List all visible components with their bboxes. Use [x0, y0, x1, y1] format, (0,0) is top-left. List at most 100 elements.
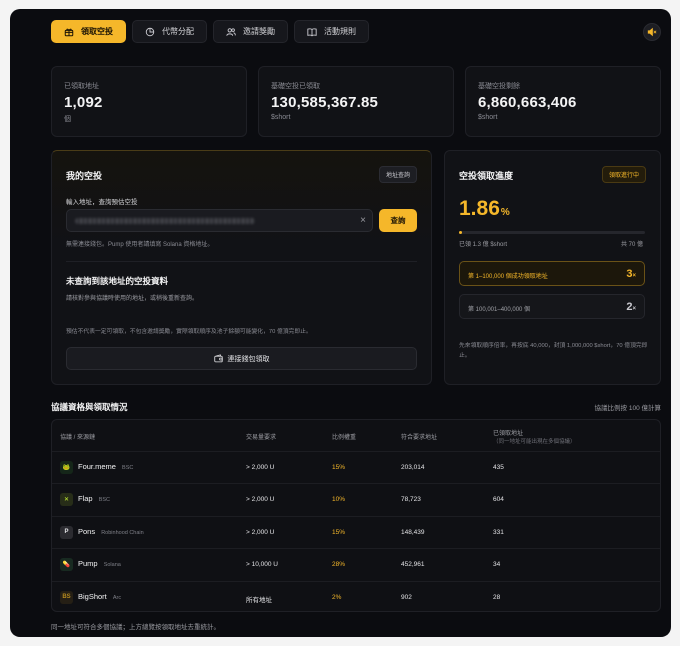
- tier-label: 第 100,001–400,000 個: [468, 307, 531, 313]
- protocol-name: Pons Robinhood Chain: [78, 527, 144, 536]
- footer-note: 同一地址可符合多個協議；上方總覽按領取地址去重統計。: [51, 624, 220, 631]
- protocol-name-text: Pump: [78, 559, 98, 569]
- protocol-name: Pump Solana: [78, 559, 121, 568]
- header-source: 協議 / 來源鏈: [60, 435, 96, 441]
- tier-multiplier: 2×: [626, 301, 636, 313]
- protocol-name-text: Pons: [78, 526, 96, 536]
- claim-progress-panel: 空投領取進度 領取進行中 1.86% 已領 1.3 億 $short 共 70 …: [444, 150, 661, 385]
- connect-wallet-button[interactable]: 連接錢包領取: [66, 347, 417, 370]
- tab-token-distribution[interactable]: 代幣分配: [132, 20, 207, 43]
- logo-glyph: 💊: [62, 562, 71, 569]
- eligible-count: 148,439: [401, 528, 425, 536]
- protocol-chain: Arc: [112, 594, 122, 601]
- stat-value: 6,860,663,406: [478, 94, 577, 111]
- claimed-count: 435: [493, 464, 504, 471]
- logo-glyph: BS: [62, 594, 71, 601]
- pie-icon: [145, 27, 155, 36]
- users-icon: [226, 27, 236, 36]
- table-row: 💊 Pump Solana > 10,000 U 28% 452,961 34: [52, 548, 660, 580]
- total-amount: 共 70 億: [620, 242, 643, 248]
- stat-unit: 個: [64, 116, 71, 123]
- progress-percent-unit: %: [500, 207, 510, 218]
- top-nav: 領取空投 代幣分配 邀請獎勵 活動規則: [51, 20, 369, 44]
- stat-unit: $short: [271, 114, 291, 121]
- claim-status-badge: 領取進行中: [601, 166, 646, 183]
- empty-result-title: 未查詢到該地址的空投資料: [66, 276, 169, 286]
- eligible-count: 902: [401, 593, 412, 601]
- stat-value: 130,585,367.85: [271, 94, 379, 111]
- tab-invite-rewards[interactable]: 邀請獎勵: [213, 20, 288, 43]
- tab-event-rules[interactable]: 活動規則: [294, 20, 369, 43]
- table-title: 協議資格與領取情況: [51, 402, 128, 412]
- protocol-chain: BSC: [122, 465, 134, 471]
- address-lookup-badge[interactable]: 地址查詢: [378, 166, 417, 183]
- header-eligible: 符合要求地址: [401, 435, 438, 441]
- tab-label: 邀請獎勵: [243, 27, 275, 36]
- claimed-count: 331: [493, 528, 504, 536]
- no-wallet-hint: 無需連接錢包。Pump 使用者請填寫 Solana 資格地址。: [66, 242, 214, 248]
- protocol-name-text: Four.meme: [78, 462, 116, 471]
- tier-multiplier-suffix: ×: [632, 306, 636, 312]
- protocol-chain: Robinhood Chain: [101, 529, 144, 536]
- volume-requirement: > 2,000 U: [246, 464, 275, 471]
- clear-icon[interactable]: ×: [360, 215, 366, 226]
- tier-multiplier: 3×: [626, 268, 636, 280]
- logo-glyph: 🐸: [62, 465, 71, 471]
- stat-unit: $short: [478, 114, 498, 121]
- weight: 15%: [332, 464, 346, 471]
- claimed-count: 34: [493, 561, 501, 569]
- protocol-chain: Solana: [103, 562, 121, 569]
- progress-bar: [459, 231, 645, 234]
- book-icon: [307, 27, 317, 36]
- weight: 15%: [332, 528, 346, 536]
- address-input[interactable]: ×: [66, 209, 373, 232]
- claimed-count: 604: [493, 496, 504, 504]
- weight: 10%: [332, 496, 346, 504]
- multiplier-note: 先來領取順序倍率，再按底 40,000，封頂 1,000,000 $short，…: [459, 343, 648, 359]
- tab-label: 代幣分配: [162, 27, 194, 36]
- protocol-name-text: Flap: [78, 494, 93, 504]
- volume-requirement: > 2,000 U: [246, 528, 275, 536]
- progress-percent: 1.86%: [459, 197, 510, 221]
- eligible-count: 452,961: [401, 561, 425, 569]
- tab-label: 活動規則: [324, 27, 356, 36]
- weight: 2%: [332, 593, 342, 601]
- table-row: 🐸 Four.meme BSC > 2,000 U 15% 203,014 435: [52, 451, 660, 483]
- gift-icon: [64, 28, 74, 36]
- protocol-logo-icon: ✕: [60, 493, 73, 507]
- address-input-label: 輸入地址，查詢預估空投: [66, 199, 138, 206]
- stat-card-base-remaining: 基礎空投剩餘 6,860,663,406 $short: [465, 66, 661, 137]
- divider: [66, 261, 417, 262]
- app-frame: 領取空投 代幣分配 邀請獎勵 活動規則 已領取地址 1,092 個 基礎空投已領…: [10, 9, 671, 637]
- protocol-chain: BSC: [98, 497, 110, 504]
- estimate-disclaimer: 預估不代表一定可領取，不包含邀請獎勵，實際領取順序及池子餘額可能變化，70 億頂…: [66, 329, 312, 335]
- empty-result-desc: 請核對參與協議時使用的地址，或稍後重新查詢。: [66, 296, 199, 302]
- stat-label: 基礎空投剩餘: [478, 83, 520, 90]
- protocol-logo-icon: P: [60, 525, 73, 539]
- wallet-icon: [213, 354, 223, 363]
- header-weight: 比例權重: [332, 435, 357, 441]
- tab-claim-airdrop[interactable]: 領取空投: [51, 20, 126, 43]
- tier-2: 第 100,001–400,000 個 2×: [459, 294, 645, 319]
- redacted-address: [75, 218, 255, 224]
- protocol-name-text: BigShort: [78, 591, 107, 601]
- protocol-logo-icon: BS: [60, 590, 73, 604]
- volume-requirement: > 10,000 U: [246, 561, 278, 569]
- my-airdrop-panel: 我的空投 地址查詢 輸入地址，查詢預估空投 × 查詢 無需連接錢包。Pump 使…: [51, 150, 432, 385]
- stat-label: 已領取地址: [64, 83, 99, 90]
- protocol-name: BigShort Arc: [78, 592, 121, 601]
- table-row: P Pons Robinhood Chain > 2,000 U 15% 148,439…: [52, 515, 660, 548]
- header-claimed-sub: （同一地址可能出現在多個協議）: [493, 439, 576, 445]
- mute-button[interactable]: [643, 23, 661, 41]
- stat-label: 基礎空投已領取: [271, 83, 320, 90]
- tier-1: 第 1–100,000 個成功領取地址 3×: [459, 261, 645, 286]
- protocol-name: Flap BSC: [78, 494, 110, 503]
- eligible-count: 78,723: [401, 496, 421, 504]
- stat-card-base-claimed: 基礎空投已領取 130,585,367.85 $short: [258, 66, 454, 137]
- volume-requirement: 所有地址: [246, 596, 272, 604]
- weight: 28%: [332, 561, 346, 569]
- table-row: BS BigShort Arc 所有地址 2% 902 28: [52, 580, 660, 611]
- table-row: ✕ Flap BSC > 2,000 U 10% 78,723 604: [52, 483, 660, 515]
- stat-card-claimed-addresses: 已領取地址 1,092 個: [51, 66, 247, 137]
- query-button[interactable]: 查詢: [379, 209, 417, 232]
